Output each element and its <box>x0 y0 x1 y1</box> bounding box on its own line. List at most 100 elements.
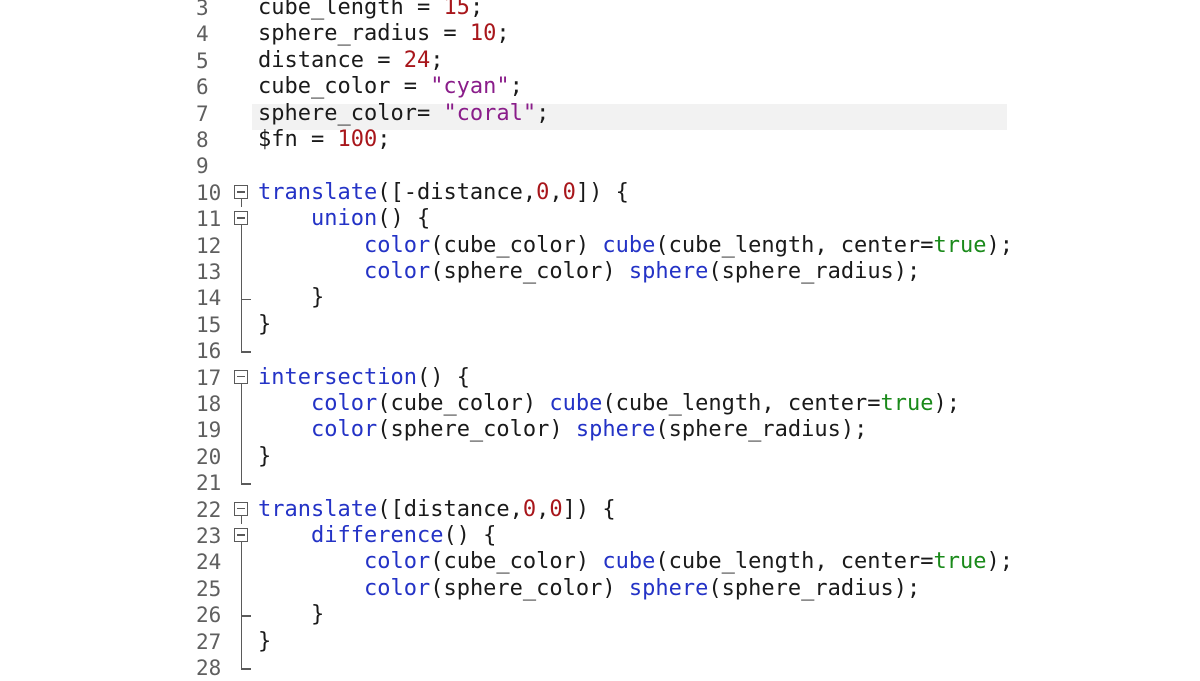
fold-collapse-icon[interactable] <box>234 180 254 208</box>
code-text[interactable]: color(sphere_color) sphere(sphere_radius… <box>258 259 920 285</box>
code-text[interactable]: } <box>258 312 271 338</box>
fold-collapse-icon[interactable] <box>234 206 254 234</box>
code-text[interactable]: $fn = 100; <box>258 127 390 153</box>
code-token: (cube_color) <box>377 391 550 416</box>
code-token: 0 <box>549 496 563 522</box>
code-line[interactable]: 17 intersection() { <box>0 365 1200 392</box>
code-token: (cube_color) <box>430 549 603 575</box>
code-text[interactable]: translate([distance,0,0]) { <box>258 497 616 523</box>
code-line[interactable]: 12 color(cube_color) cube(cube_length, c… <box>0 232 1200 259</box>
line-number: 18 <box>196 392 222 416</box>
fold-guide <box>234 391 254 418</box>
code-text[interactable]: } <box>258 629 271 655</box>
code-text[interactable]: color(sphere_color) sphere(sphere_radius… <box>258 576 920 602</box>
code-token: translate <box>258 496 378 522</box>
code-text[interactable]: distance = 24; <box>258 48 443 74</box>
line-number: 26 <box>196 603 222 628</box>
code-text[interactable]: } <box>258 602 324 628</box>
code-text[interactable]: cube_color = "cyan"; <box>258 74 523 100</box>
code-token: (cube_length, center= <box>655 549 934 575</box>
fold-end-tick <box>240 668 251 670</box>
fold-box[interactable] <box>234 528 248 542</box>
code-token: } <box>258 311 272 337</box>
line-number: 27 <box>196 629 222 654</box>
code-line[interactable]: 14 } <box>0 285 1200 312</box>
code-line[interactable]: 15} <box>0 311 1200 339</box>
code-line[interactable]: 19 color(sphere_color) sphere(sphere_rad… <box>0 417 1200 444</box>
fold-collapse-icon[interactable] <box>234 365 254 392</box>
fold-guide-line <box>240 391 242 418</box>
code-token: union <box>310 206 378 232</box>
code-line[interactable]: 7 sphere_color= "coral"; <box>0 101 1200 127</box>
line-number: 13 <box>196 260 222 284</box>
fold-box[interactable] <box>234 211 248 226</box>
code-text[interactable]: } <box>258 444 271 470</box>
code-line[interactable]: 21 <box>0 470 1200 496</box>
code-line[interactable]: 18 color(cube_color) cube(cube_length, c… <box>0 391 1200 418</box>
code-line[interactable]: 11 union() { <box>0 206 1200 234</box>
fold-box[interactable] <box>234 369 248 384</box>
fold-collapse-icon[interactable] <box>234 497 254 524</box>
code-text[interactable]: color(cube_color) cube(cube_length, cent… <box>258 549 1013 575</box>
code-line[interactable]: 22 translate([distance,0,0]) { <box>0 497 1200 524</box>
code-text[interactable]: translate([-distance,0,0]) { <box>258 180 629 206</box>
fold-end-marker <box>234 602 254 629</box>
line-number: 10 <box>196 180 222 205</box>
code-text[interactable]: difference() { <box>258 523 496 549</box>
code-line[interactable]: 25 color(sphere_color) sphere(sphere_rad… <box>0 575 1200 603</box>
code-token: $fn = <box>258 127 338 152</box>
code-line[interactable]: 5 distance = 24; <box>0 48 1200 74</box>
code-line[interactable]: 9 <box>0 153 1200 179</box>
code-text[interactable]: } <box>258 285 324 311</box>
code-token: (sphere_color) <box>377 417 576 443</box>
code-line[interactable]: 23 difference() { <box>0 523 1200 551</box>
code-text[interactable]: color(cube_color) cube(cube_length, cent… <box>258 391 960 417</box>
code-token: (sphere_color) <box>430 575 629 601</box>
code-text[interactable]: sphere_radius = 10; <box>258 21 510 47</box>
code-line[interactable]: 6 cube_color = "cyan"; <box>0 74 1200 100</box>
code-token: cube_color = <box>258 74 431 100</box>
code-text[interactable]: color(cube_color) cube(cube_length, cent… <box>258 233 1013 259</box>
code-line[interactable]: 4 sphere_radius = 10; <box>0 21 1200 47</box>
line-number: 15 <box>196 312 222 337</box>
fold-guide-line <box>240 311 242 339</box>
code-line[interactable]: 26 } <box>0 602 1200 629</box>
code-line[interactable]: 24 color(cube_color) cube(cube_length, c… <box>0 549 1200 576</box>
code-text[interactable]: cube_length = 15; <box>258 0 483 21</box>
fold-box[interactable] <box>234 501 248 516</box>
fold-guide-line <box>240 259 242 286</box>
code-text[interactable]: sphere_color= "coral"; <box>258 101 549 127</box>
line-number: 22 <box>196 497 222 522</box>
line-number: 11 <box>196 207 222 232</box>
fold-empty <box>234 101 254 127</box>
fold-guide <box>234 549 254 576</box>
fold-guide <box>234 232 254 259</box>
fold-collapse-icon[interactable] <box>234 523 254 551</box>
line-number: 24 <box>196 550 222 575</box>
code-token: sphere_color= <box>258 100 444 126</box>
fold-end-tick <box>240 298 251 301</box>
code-token: difference <box>310 523 444 548</box>
code-line[interactable]: 20} <box>0 443 1200 471</box>
fold-guide <box>234 311 254 339</box>
fold-guide-line <box>240 575 242 603</box>
code-token: (cube_color) <box>430 232 603 258</box>
code-text[interactable]: color(sphere_color) sphere(sphere_radius… <box>258 417 867 443</box>
code-line[interactable]: 13 color(sphere_color) sphere(sphere_rad… <box>0 259 1200 286</box>
code-token: ]) { <box>575 179 629 205</box>
code-token: 15 <box>443 0 470 20</box>
code-line[interactable]: 27} <box>0 628 1200 655</box>
code-line[interactable]: 3 cube_length = 15; <box>0 0 1200 21</box>
code-editor[interactable]: 3 cube_length = 15; 4 sphere_radius = 10; 5 d… <box>0 0 1200 681</box>
code-token: color <box>363 575 431 601</box>
code-line[interactable]: 10 translate([-distance,0,0]) { <box>0 180 1200 208</box>
code-text[interactable]: union() { <box>258 206 430 232</box>
fold-box[interactable] <box>234 184 248 199</box>
code-line[interactable]: 8 $fn = 100; <box>0 127 1200 153</box>
code-line[interactable]: 28 <box>0 655 1200 681</box>
code-token: (cube_length, center= <box>655 232 934 258</box>
code-line[interactable]: 16 <box>0 338 1200 364</box>
code-text[interactable]: intersection() { <box>258 365 470 391</box>
line-number: 5 <box>196 48 209 73</box>
fold-empty <box>234 0 254 21</box>
